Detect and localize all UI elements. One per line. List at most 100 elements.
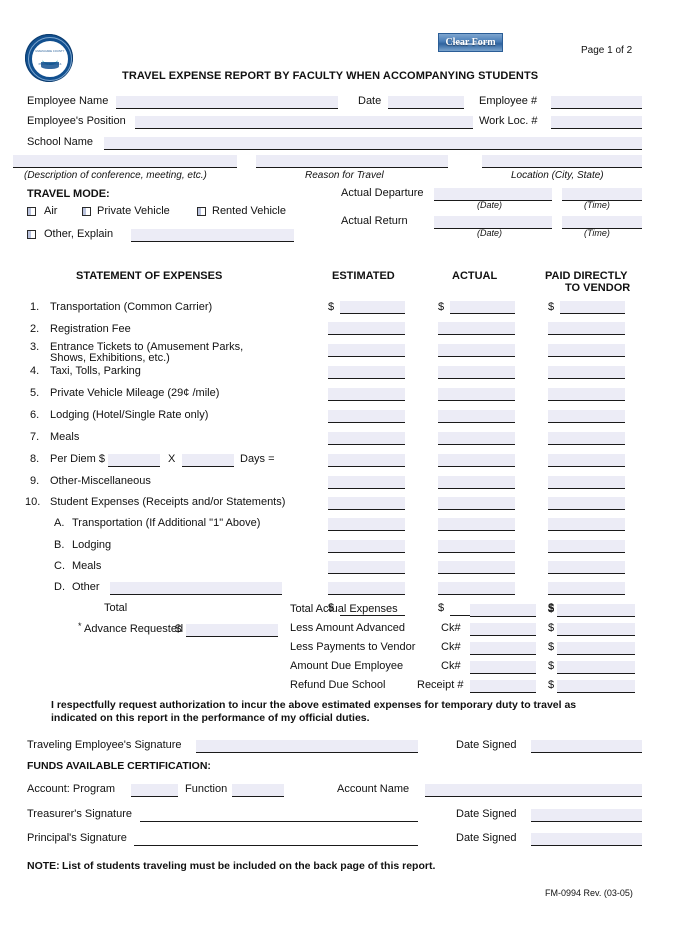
clear-form-button[interactable]: Clear Form (438, 33, 503, 52)
expense-actual-input[interactable] (438, 322, 515, 335)
principal-date-signed-input[interactable] (531, 833, 642, 846)
student-expense-other-input[interactable] (110, 582, 282, 595)
expense-paid-input[interactable] (548, 322, 625, 335)
expense-paid-input[interactable] (548, 454, 625, 467)
location-input[interactable] (482, 155, 642, 168)
function-input[interactable] (232, 784, 284, 797)
principal-signature-label: Principal's Signature (27, 832, 127, 844)
expense-estimated-input[interactable] (328, 454, 405, 467)
expense-actual-input[interactable] (438, 454, 515, 467)
traveling-employee-signature-label: Traveling Employee's Signature (27, 739, 182, 751)
travel-mode-checkbox-air[interactable] (27, 207, 36, 216)
expense-row-number: 6. (30, 409, 40, 421)
description-input[interactable] (13, 155, 237, 168)
treasurer-date-signed-input[interactable] (531, 809, 642, 822)
employee-name-input[interactable] (116, 96, 338, 109)
expense-estimated-input[interactable] (328, 366, 405, 379)
employee-position-input[interactable] (135, 116, 473, 129)
expense-actual-input[interactable] (438, 540, 515, 553)
per-diem-rate-input[interactable] (108, 454, 160, 467)
expense-estimated-input[interactable] (328, 432, 405, 445)
currency-symbol-summary-0: $ (548, 603, 555, 615)
account-name-input[interactable] (425, 784, 642, 797)
expense-paid-input[interactable] (548, 366, 625, 379)
expense-paid-input[interactable] (548, 518, 625, 531)
expense-paid-input[interactable] (548, 388, 625, 401)
page-indicator: Page 1 of 2 (581, 45, 633, 56)
expense-actual-input[interactable] (450, 301, 515, 314)
expense-paid-input[interactable] (548, 561, 625, 574)
treasurer-signature-input[interactable] (140, 809, 418, 822)
expense-estimated-input[interactable] (328, 410, 405, 423)
employee-number-input[interactable] (551, 96, 642, 109)
refund-due-school-ref-input[interactable] (470, 680, 536, 693)
expense-actual-input[interactable] (438, 410, 515, 423)
less-amount-advanced-amount-input[interactable] (557, 623, 635, 636)
travel-mode-checkbox-private-vehicle[interactable] (82, 207, 91, 216)
principal-signature-input[interactable] (134, 833, 418, 846)
expense-actual-input[interactable] (438, 366, 515, 379)
currency-symbol-paid: $ (548, 301, 555, 313)
expense-paid-input[interactable] (548, 540, 625, 553)
school-name-input[interactable] (104, 137, 642, 150)
expense-estimated-input[interactable] (328, 322, 405, 335)
less-payments-to-vendor-ref-input[interactable] (470, 642, 536, 655)
expense-estimated-input[interactable] (328, 388, 405, 401)
travel-expense-report-form: MIAMI-DADE COUNTY PUBLIC SCHOOLS Clear F… (0, 0, 675, 941)
expense-estimated-input[interactable] (328, 476, 405, 489)
total-actual-expenses-amount-input[interactable] (557, 604, 635, 617)
expense-paid-input[interactable] (548, 497, 625, 510)
work-location-input[interactable] (551, 116, 642, 129)
expense-estimated-input[interactable] (328, 518, 405, 531)
program-input[interactable] (131, 784, 178, 797)
expense-actual-input[interactable] (438, 561, 515, 574)
expense-actual-input[interactable] (438, 476, 515, 489)
expense-estimated-input[interactable] (328, 344, 405, 357)
expense-row-number: 2. (30, 323, 40, 335)
clear-form-label: Clear Form (445, 37, 496, 48)
expense-estimated-input[interactable] (340, 301, 405, 314)
total-actual-expenses-ref-input[interactable] (470, 604, 536, 617)
expense-paid-input[interactable] (548, 344, 625, 357)
travel-mode-heading: TRAVEL MODE: (27, 188, 110, 200)
employee-date-signed-input[interactable] (531, 740, 642, 753)
expense-estimated-input[interactable] (328, 561, 405, 574)
amount-due-employee-amount-input[interactable] (557, 661, 635, 674)
refund-due-school-label: Refund Due School (290, 679, 386, 691)
amount-due-employee-ref-input[interactable] (470, 661, 536, 674)
expense-estimated-input[interactable] (328, 582, 405, 595)
expense-row-label: Other-Miscellaneous (50, 475, 151, 487)
return-date-caption: (Date) (477, 228, 503, 238)
expense-paid-input[interactable] (548, 582, 625, 595)
advance-requested-input[interactable] (186, 624, 278, 637)
travel-mode-checkbox-other[interactable] (27, 230, 36, 239)
amount-due-employee-label: Amount Due Employee (290, 660, 404, 672)
less-amount-advanced-ref-input[interactable] (470, 623, 536, 636)
per-diem-days-input[interactable] (182, 454, 234, 467)
expense-actual-input[interactable] (438, 582, 515, 595)
refund-due-school-ref-label: Receipt # (417, 679, 464, 691)
location-caption: Location (City, State) (511, 170, 604, 181)
refund-due-school-amount-input[interactable] (557, 680, 635, 693)
expense-actual-input[interactable] (438, 432, 515, 445)
expense-actual-input[interactable] (438, 388, 515, 401)
expense-paid-input[interactable] (548, 410, 625, 423)
expense-estimated-input[interactable] (328, 497, 405, 510)
less-payments-to-vendor-amount-input[interactable] (557, 642, 635, 655)
expense-actual-input[interactable] (438, 518, 515, 531)
description-caption: (Description of conference, meeting, etc… (24, 170, 207, 181)
travel-mode-other-input[interactable] (131, 229, 294, 242)
reason-for-travel-input[interactable] (256, 155, 448, 168)
date-input[interactable] (388, 96, 464, 109)
expense-actual-input[interactable] (438, 344, 515, 357)
traveling-employee-signature-input[interactable] (196, 740, 418, 753)
currency-symbol-advance: $ (175, 623, 182, 635)
expense-paid-input[interactable] (548, 476, 625, 489)
expense-paid-input[interactable] (548, 432, 625, 445)
expense-estimated-input[interactable] (328, 540, 405, 553)
expense-actual-input[interactable] (438, 497, 515, 510)
expense-row-label: Meals (72, 560, 102, 572)
expense-paid-input[interactable] (560, 301, 625, 314)
travel-mode-checkbox-rented-vehicle[interactable] (197, 207, 206, 216)
statement-of-expenses-heading: STATEMENT OF EXPENSES (76, 270, 223, 282)
